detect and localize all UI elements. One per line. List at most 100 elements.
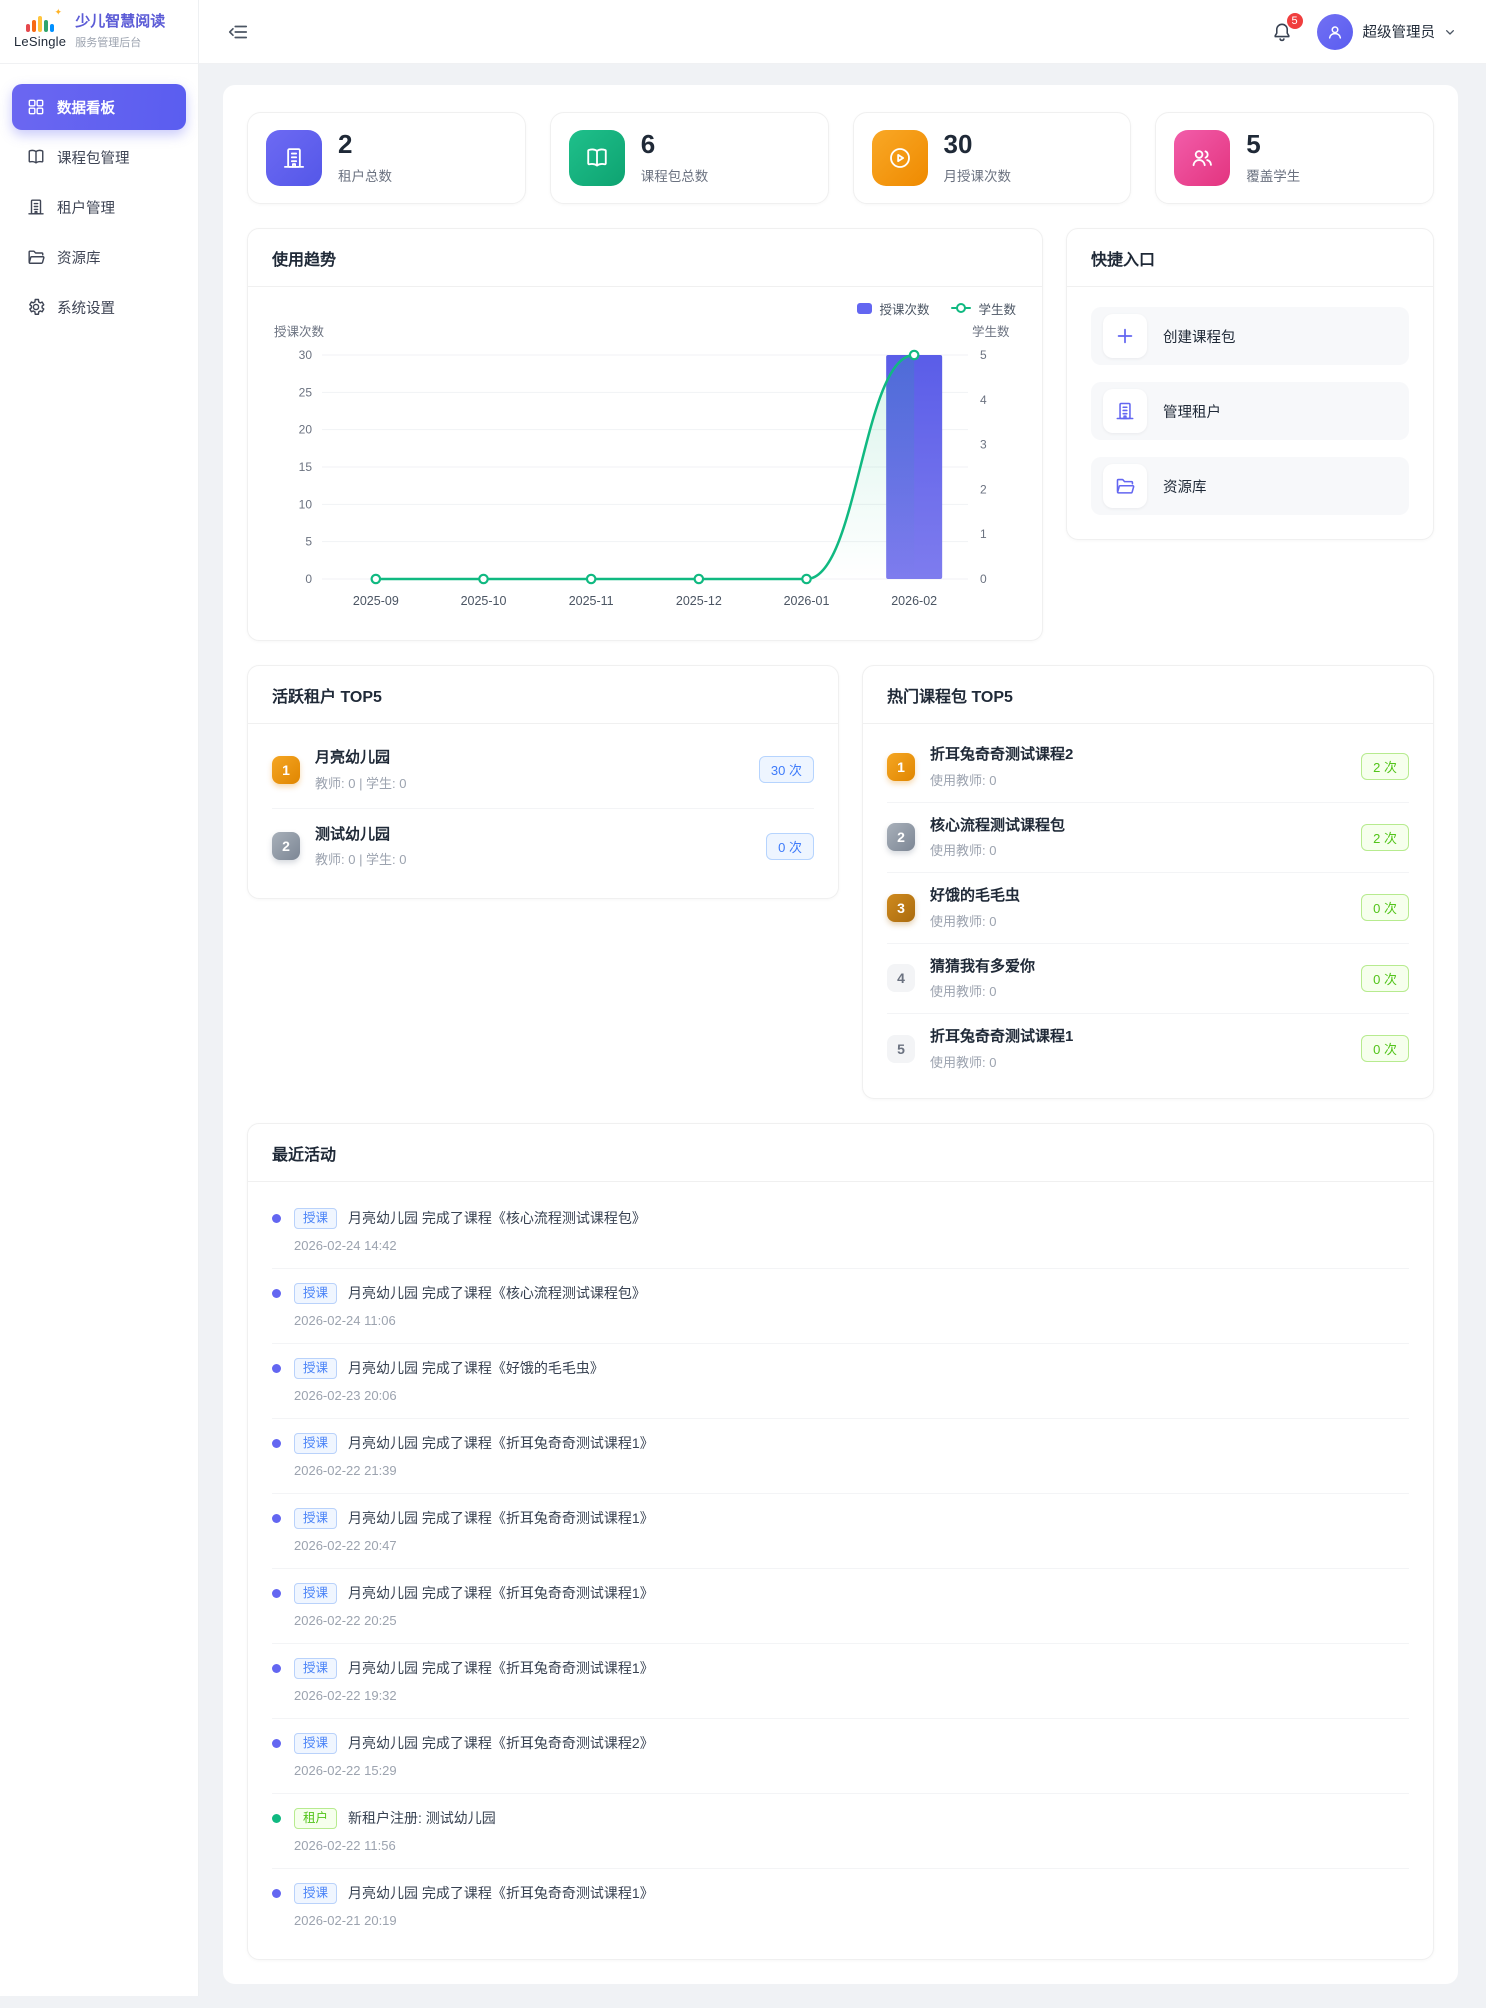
package-name: 猜猜我有多爱你 <box>930 957 1035 977</box>
chevron-down-icon[interactable] <box>1442 24 1458 40</box>
building-icon <box>281 145 307 171</box>
tenant-row: 1 月亮幼儿园 教师: 0 | 学生: 0 30 次 <box>272 732 814 809</box>
hot-packages-list: 1 折耳兔奇奇测试课程2 使用教师: 0 2 次 2 核心流程测试课程包 <box>863 724 1433 1098</box>
svg-text:5: 5 <box>980 348 987 362</box>
activity-text: 月亮幼儿园 完成了课程《好饿的毛毛虫》 <box>348 1358 604 1378</box>
recent-activity-card: 最近活动 授课 月亮幼儿园 完成了课程《核心流程测试课程包》 2026-02-2… <box>247 1123 1434 1960</box>
notifications-button[interactable]: 5 <box>1269 19 1295 45</box>
spark-icon: ✦ <box>55 7 63 18</box>
package-row: 1 折耳兔奇奇测试课程2 使用教师: 0 2 次 <box>887 732 1409 803</box>
activity-timestamp: 2026-02-21 20:19 <box>294 1913 1409 1928</box>
svg-text:4: 4 <box>980 393 987 407</box>
quick-entry-list: 创建课程包 管理租户 资源库 <box>1067 287 1433 539</box>
activity-item: 授课 月亮幼儿园 完成了课程《核心流程测试课程包》 2026-02-24 11:… <box>272 1269 1409 1344</box>
topbar: 5 超级管理员 <box>199 0 1486 64</box>
activity-dot-icon <box>272 1514 281 1523</box>
usage-count-badge: 30 次 <box>759 756 814 783</box>
package-name: 折耳兔奇奇测试课程2 <box>930 745 1073 765</box>
usage-count-badge: 0 次 <box>1361 1035 1409 1062</box>
recent-activity-list: 授课 月亮幼儿园 完成了课程《核心流程测试课程包》 2026-02-24 14:… <box>248 1182 1433 1959</box>
activity-type-tag: 授课 <box>294 1283 337 1304</box>
package-meta: 使用教师: 0 <box>930 840 1065 859</box>
main-content: 2 租户总数 6 课程包总数 30 月授课次数 <box>199 64 1486 2008</box>
sidebar-item-dashboard[interactable]: 数据看板 <box>12 84 186 130</box>
book-icon <box>584 145 610 171</box>
activity-type-tag: 授课 <box>294 1658 337 1679</box>
sidebar-collapse-button[interactable] <box>225 19 251 45</box>
activity-text: 月亮幼儿园 完成了课程《核心流程测试课程包》 <box>348 1283 646 1303</box>
sidebar: ✦ LeSingle 少儿智慧阅读 服务管理后台 数据看板 课程包管理 租户管理 <box>0 0 199 1996</box>
legend-item-bar[interactable]: 授课次数 <box>857 299 929 318</box>
activity-text: 月亮幼儿园 完成了课程《折耳兔奇奇测试课程1》 <box>348 1433 654 1453</box>
activity-item: 授课 月亮幼儿园 完成了课程《折耳兔奇奇测试课程1》 2026-02-22 19… <box>272 1644 1409 1719</box>
building-icon <box>26 197 46 217</box>
sidebar-nav: 数据看板 课程包管理 租户管理 资源库 系统设置 <box>0 64 198 330</box>
rank-badge: 5 <box>887 1035 915 1063</box>
svg-text:25: 25 <box>299 385 313 399</box>
rank-badge: 1 <box>887 753 915 781</box>
sidebar-item-tenants[interactable]: 租户管理 <box>12 184 186 230</box>
tenant-row: 2 测试幼儿园 教师: 0 | 学生: 0 0 次 <box>272 809 814 885</box>
active-tenants-list: 1 月亮幼儿园 教师: 0 | 学生: 0 30 次 2 测试幼儿园 <box>248 724 838 898</box>
activity-item: 授课 月亮幼儿园 完成了课程《折耳兔奇奇测试课程1》 2026-02-22 20… <box>272 1494 1409 1569</box>
user-name[interactable]: 超级管理员 <box>1363 21 1436 42</box>
activity-item: 授课 月亮幼儿园 完成了课程《折耳兔奇奇测试课程2》 2026-02-22 15… <box>272 1719 1409 1794</box>
activity-type-tag: 授课 <box>294 1208 337 1229</box>
package-row: 3 好饿的毛毛虫 使用教师: 0 0 次 <box>887 873 1409 944</box>
svg-text:学生数: 学生数 <box>972 324 1010 339</box>
usage-trend-chart: 授课次数 学生数 051 <box>248 287 1042 640</box>
folder-icon <box>26 247 46 267</box>
activity-type-tag: 授课 <box>294 1358 337 1379</box>
quick-entry-item-resources[interactable]: 资源库 <box>1091 457 1409 515</box>
activity-type-tag: 授课 <box>294 1883 337 1904</box>
stat-card: 30 月授课次数 <box>853 112 1132 204</box>
package-name: 好饿的毛毛虫 <box>930 886 1020 906</box>
activity-timestamp: 2026-02-22 21:39 <box>294 1463 1409 1478</box>
topbar-right: 5 超级管理员 <box>1269 14 1459 50</box>
legend-item-line[interactable]: 学生数 <box>951 299 1016 318</box>
folder-icon <box>1114 475 1136 497</box>
play-circle-icon <box>887 145 913 171</box>
package-meta: 使用教师: 0 <box>930 770 1073 789</box>
activity-timestamp: 2026-02-24 14:42 <box>294 1238 1409 1253</box>
avatar[interactable] <box>1317 14 1353 50</box>
line-swatch-icon <box>951 307 971 310</box>
stat-cards: 2 租户总数 6 课程包总数 30 月授课次数 <box>247 112 1434 204</box>
activity-dot-icon <box>272 1664 281 1673</box>
package-name: 核心流程测试课程包 <box>930 816 1065 836</box>
usage-count-badge: 0 次 <box>1361 894 1409 921</box>
logo-text: 少儿智慧阅读 服务管理后台 <box>75 13 165 50</box>
activity-timestamp: 2026-02-22 20:47 <box>294 1538 1409 1553</box>
activity-item: 授课 月亮幼儿园 完成了课程《好饿的毛毛虫》 2026-02-23 20:06 <box>272 1344 1409 1419</box>
notification-badge: 5 <box>1286 12 1304 30</box>
logo: ✦ LeSingle 少儿智慧阅读 服务管理后台 <box>0 0 198 64</box>
activity-dot-icon <box>272 1214 281 1223</box>
usage-count-badge: 2 次 <box>1361 753 1409 780</box>
svg-text:0: 0 <box>980 572 987 586</box>
chart-legend: 授课次数 学生数 <box>272 295 1018 321</box>
quick-entry-item-manage-tenants[interactable]: 管理租户 <box>1091 382 1409 440</box>
usage-count-badge: 2 次 <box>1361 824 1409 851</box>
activity-dot-icon <box>272 1889 281 1898</box>
stat-label: 租户总数 <box>338 165 392 185</box>
activity-dot-icon <box>272 1364 281 1373</box>
rank-badge: 2 <box>272 832 300 860</box>
activity-type-tag: 授课 <box>294 1733 337 1754</box>
svg-text:10: 10 <box>299 497 313 511</box>
svg-text:2025-10: 2025-10 <box>461 594 507 608</box>
active-tenants-card: 活跃租户 TOP5 1 月亮幼儿园 教师: 0 | 学生: 0 30 次 <box>247 665 839 899</box>
quick-entry-item-create-package[interactable]: 创建课程包 <box>1091 307 1409 365</box>
activity-dot-icon <box>272 1439 281 1448</box>
sidebar-item-resources[interactable]: 资源库 <box>12 234 186 280</box>
activity-text: 月亮幼儿园 完成了课程《折耳兔奇奇测试课程1》 <box>348 1883 654 1903</box>
sidebar-item-packages[interactable]: 课程包管理 <box>12 134 186 180</box>
logo-bars-icon: ✦ <box>26 14 54 32</box>
stat-label: 覆盖学生 <box>1246 165 1300 185</box>
users-icon <box>1189 145 1215 171</box>
sidebar-item-settings[interactable]: 系统设置 <box>12 284 186 330</box>
activity-item: 授课 月亮幼儿园 完成了课程《折耳兔奇奇测试课程1》 2026-02-22 21… <box>272 1419 1409 1494</box>
active-tenants-title: 活跃租户 TOP5 <box>248 666 838 724</box>
grid-icon <box>26 97 46 117</box>
activity-dot-icon <box>272 1289 281 1298</box>
package-row: 5 折耳兔奇奇测试课程1 使用教师: 0 0 次 <box>887 1014 1409 1084</box>
